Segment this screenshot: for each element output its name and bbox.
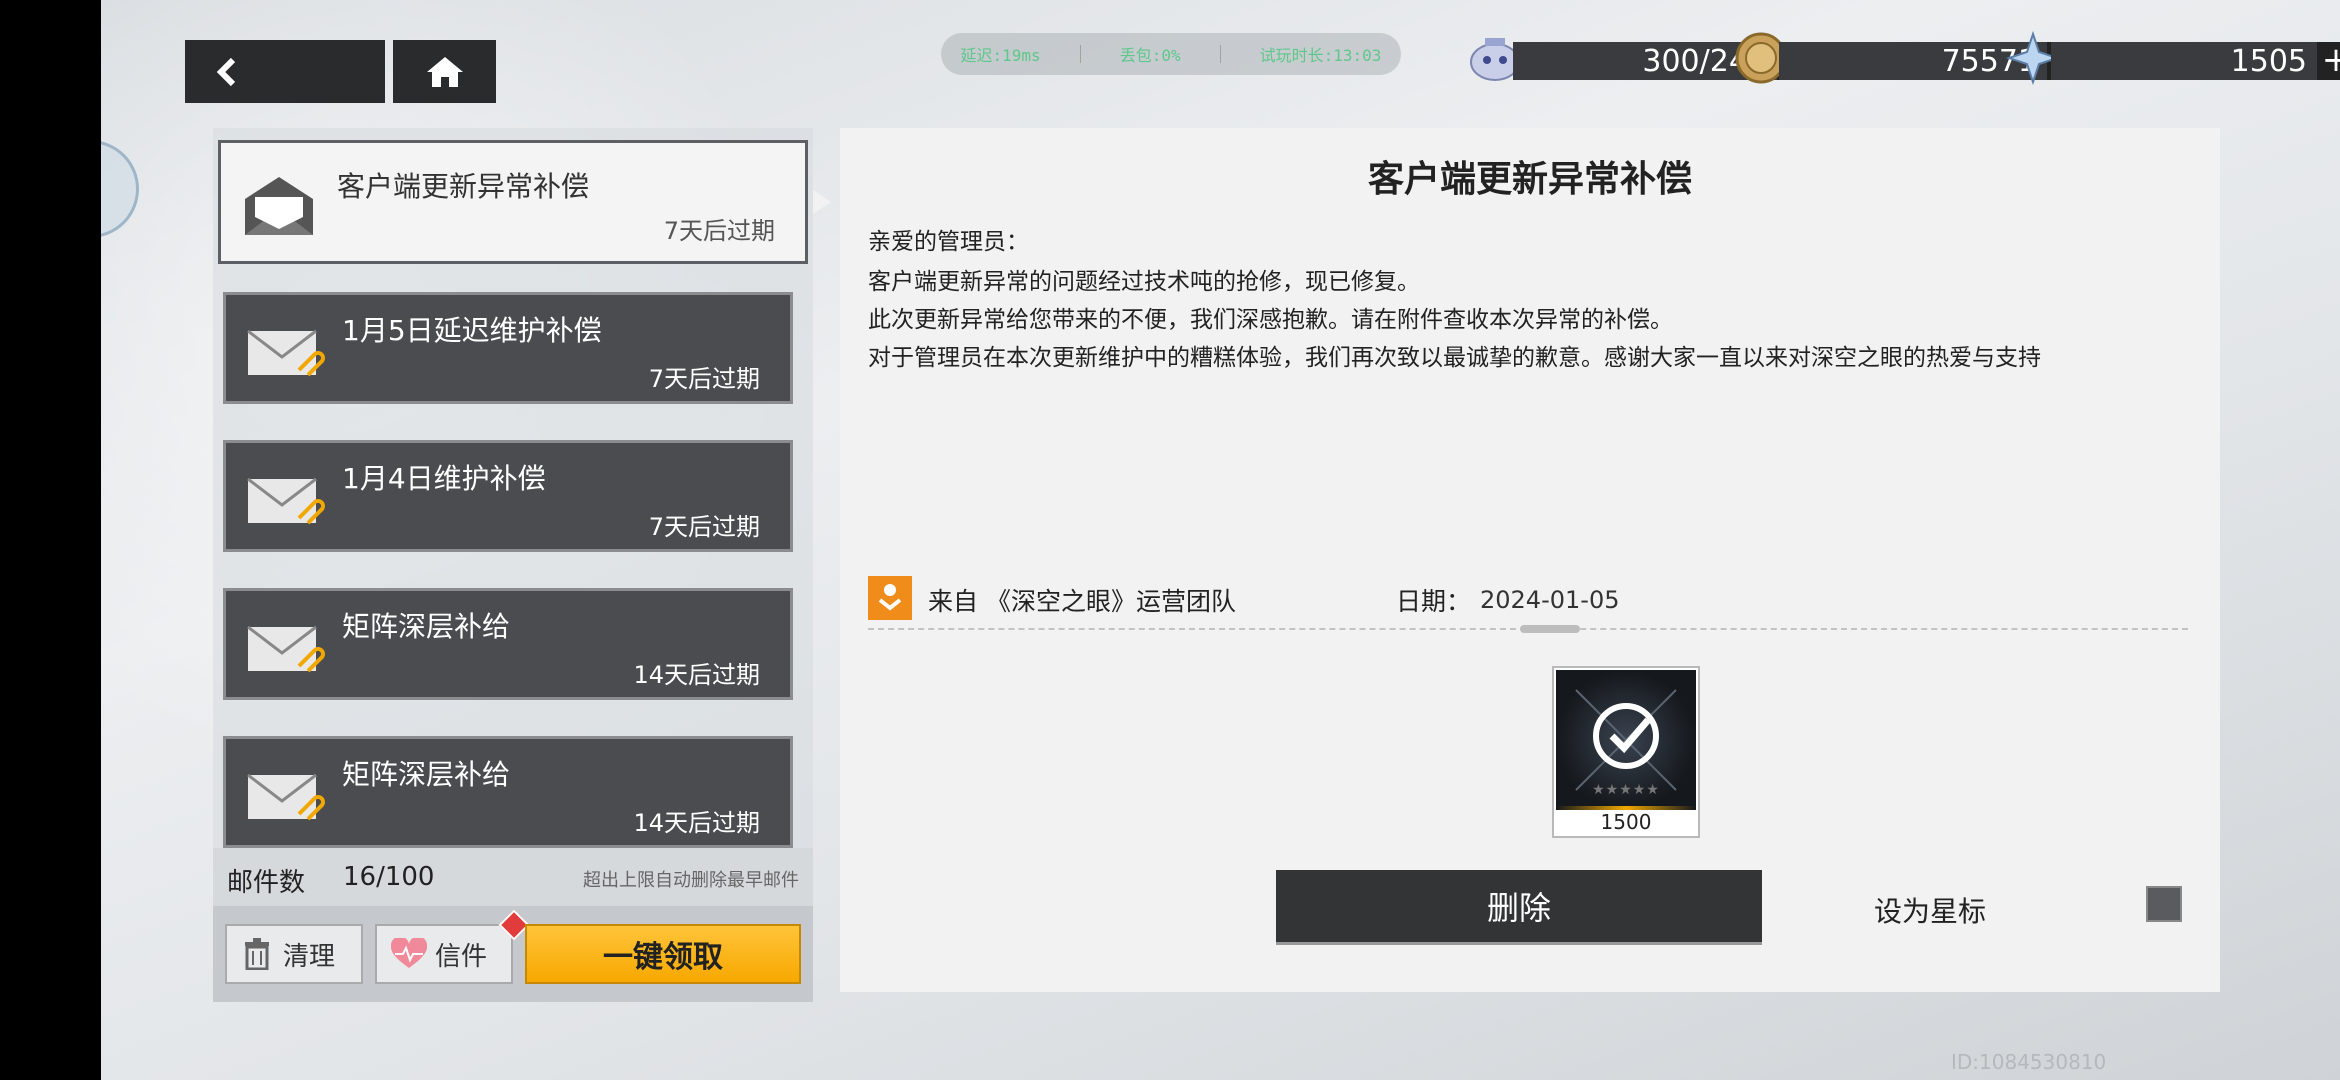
mail-title: 1月5日延迟维护补偿 [342, 314, 602, 347]
delete-label: 删除 [1486, 889, 1551, 927]
mail-expiry: 7天后过期 [648, 513, 760, 541]
mail-count-bar: 邮件数 16/100 超出上限自动删除最早邮件 [213, 848, 813, 906]
crystal-value: 1505 [2230, 43, 2307, 79]
mail-count-value: 16/100 [343, 862, 435, 892]
claim-all-button[interactable]: 一键领取 [525, 924, 801, 984]
mail-actions: 清理 信件 一键领取 [213, 906, 813, 1002]
selection-pointer [813, 190, 831, 214]
envelope-attachment-icon [247, 773, 325, 821]
mail-detail-panel: 客户端更新异常补偿 亲爱的管理员： 客户端更新异常的问题经过技术吨的抢修，现已修… [840, 128, 2220, 992]
mail-item[interactable]: 1月4日维护补偿 7天后过期 [223, 440, 793, 552]
divider [1079, 45, 1081, 63]
divider [1219, 45, 1221, 63]
star-checkbox[interactable] [2146, 886, 2182, 922]
packet-loss-text: 丢包:0% [1119, 46, 1181, 65]
mail-body-line: 对于管理员在本次更新维护中的糟糕体验，我们再次致以最诚挚的歉意。感谢大家一直以来… [868, 345, 2041, 371]
envelope-attachment-icon [247, 329, 325, 377]
mail-expiry: 7天后过期 [663, 217, 775, 245]
envelope-attachment-icon [247, 625, 325, 673]
network-status: 延迟:19ms 丢包:0% 试玩时长:13:03 [941, 33, 1401, 75]
mail-body-line: 客户端更新异常的问题经过技术吨的抢修，现已修复。 [868, 269, 1420, 295]
trash-icon [245, 938, 269, 970]
mail-item[interactable]: 矩阵深层补给 14天后过期 [223, 736, 793, 848]
date-label: 日期： [1396, 587, 1472, 616]
reward-item[interactable]: ★★★★★ 1500 [1552, 666, 1700, 838]
mail-body-line: 亲爱的管理员： [868, 229, 1029, 255]
mail-expiry: 14天后过期 [633, 809, 760, 837]
mail-date: 2024-01-05 [1480, 586, 1620, 614]
claim-all-label: 一键领取 [603, 940, 723, 975]
user-id: ID:1084530810 [1951, 1050, 2107, 1074]
mail-detail-title: 客户端更新异常补偿 [1367, 159, 1692, 200]
reward-count: 1500 [1600, 810, 1652, 834]
mail-expiry: 14天后过期 [633, 661, 760, 689]
mail-expiry: 7天后过期 [648, 365, 760, 393]
back-arrow-icon [216, 57, 236, 87]
mail-list: 客户端更新异常补偿 7天后过期 1月5日延迟维护补偿 7天后过期 1月4日维护补… [213, 128, 813, 848]
back-button[interactable] [185, 40, 385, 103]
add-crystal-button[interactable]: + [2317, 42, 2340, 80]
clear-label: 清理 [283, 941, 336, 972]
clear-button[interactable]: 清理 [225, 924, 363, 984]
mail-count-label: 邮件数 [227, 868, 306, 898]
letter-button[interactable]: 信件 [375, 924, 513, 984]
delete-button[interactable]: 删除 [1276, 870, 1762, 942]
mail-item[interactable]: 1月5日延迟维护补偿 7天后过期 [223, 292, 793, 404]
latency-text: 延迟:19ms [960, 46, 1041, 65]
home-icon [427, 57, 463, 87]
envelope-open-icon [245, 177, 313, 235]
game-screen: 延迟:19ms 丢包:0% 试玩时长:13:03 300/240 + 75571… [101, 0, 2340, 1080]
reward-stars: ★★★★★ [1592, 782, 1660, 798]
trial-time-text: 试玩时长:13:03 [1259, 46, 1382, 65]
envelope-attachment-icon [247, 477, 325, 525]
mail-title: 1月4日维护补偿 [342, 462, 546, 495]
star-label: 设为星标 [1874, 895, 1987, 928]
sender-icon [868, 576, 912, 620]
mail-item[interactable]: 矩阵深层补给 14天后过期 [223, 588, 793, 700]
divider-handle [1520, 625, 1580, 633]
mail-title: 矩阵深层补给 [342, 758, 511, 791]
mail-title: 矩阵深层补给 [342, 610, 511, 643]
reward-image: ★★★★★ [1556, 670, 1696, 810]
crystal-counter: 1505 + [2051, 42, 2340, 80]
mail-limit-note: 超出上限自动删除最早邮件 [583, 870, 799, 891]
letter-label: 信件 [435, 941, 488, 972]
mail-sender: 来自 《深空之眼》运营团队 [928, 587, 1236, 616]
heart-icon [391, 938, 427, 968]
mail-body-line: 此次更新异常给您带来的不便，我们深感抱歉。请在附件查收本次异常的补偿。 [868, 307, 1673, 333]
side-menu-button[interactable] [101, 140, 139, 238]
home-button[interactable] [393, 40, 496, 103]
mail-item-active[interactable]: 客户端更新异常补偿 7天后过期 [218, 140, 808, 264]
mail-title: 客户端更新异常补偿 [337, 170, 590, 203]
